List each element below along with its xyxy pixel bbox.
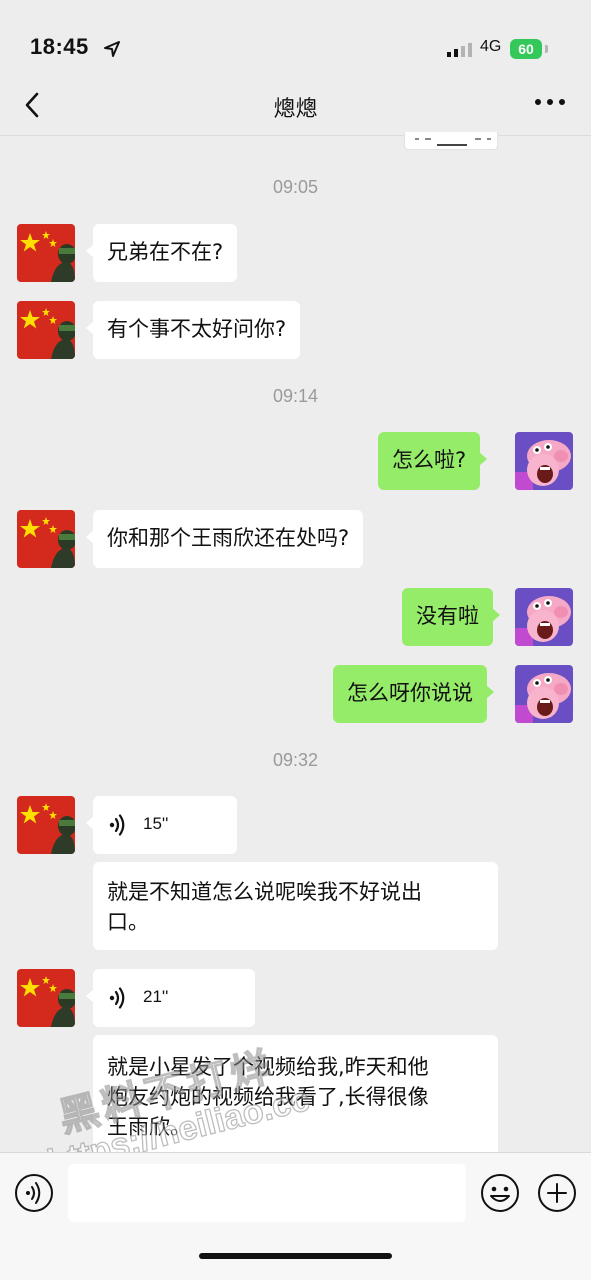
message-bubble-outgoing[interactable]: 怎么呀你说说 <box>333 665 494 723</box>
more-dots-icon[interactable] <box>534 97 566 107</box>
plus-icon[interactable] <box>537 1173 577 1213</box>
status-bar: 18:45 4G 60 <box>0 0 591 80</box>
contact-avatar[interactable] <box>17 796 75 854</box>
voice-duration: 15'' <box>143 814 169 833</box>
message-bubble-incoming[interactable]: 就是不知道怎么说呢唉我不好说出 口。 <box>93 862 498 950</box>
self-avatar[interactable] <box>515 665 573 723</box>
message-bubble-outgoing[interactable]: 没有啦 <box>402 588 500 646</box>
network-type: 4G <box>480 38 502 55</box>
emoji-icon[interactable] <box>480 1173 520 1213</box>
contact-avatar[interactable] <box>17 510 75 568</box>
message-bubble-incoming[interactable]: 有个事不太好问你? <box>85 301 301 359</box>
message-bubble-outgoing[interactable]: 怎么啦? <box>378 432 488 490</box>
location-arrow-icon <box>104 41 120 57</box>
voice-input-icon[interactable] <box>14 1173 54 1213</box>
message-bubble-incoming[interactable]: 你和那个王雨欣还在处吗? <box>85 510 364 568</box>
message-line: 口。 <box>107 910 149 934</box>
input-bar <box>0 1152 591 1280</box>
self-avatar[interactable] <box>515 432 573 490</box>
message-input[interactable] <box>68 1164 466 1222</box>
message-bubble-incoming[interactable]: 兄弟在不在? <box>85 224 238 282</box>
voice-message[interactable]: 21'' <box>86 969 255 1027</box>
battery-indicator: 60 <box>510 39 542 59</box>
contact-avatar[interactable] <box>17 224 75 282</box>
timestamp: 09:05 <box>272 177 319 197</box>
chat-header: 熜熜 <box>0 80 591 136</box>
message-line: 就是不知道怎么说呢唉我不好说出 <box>107 880 422 904</box>
timestamp: 09:14 <box>272 386 319 406</box>
voice-duration: 21'' <box>143 987 169 1006</box>
voice-wave-icon <box>109 814 125 836</box>
shared-card-fragment[interactable] <box>404 132 498 150</box>
self-avatar[interactable] <box>515 588 573 646</box>
battery-tip <box>545 45 548 53</box>
signal-bars-icon <box>447 43 472 57</box>
chat-title: 熜熜 <box>273 97 318 122</box>
timestamp: 09:32 <box>272 750 319 770</box>
status-time: 18:45 <box>30 34 89 59</box>
contact-avatar[interactable] <box>17 969 75 1027</box>
message-line: 炮友约炮的视频给我看了,长得很像 <box>107 1085 429 1109</box>
voice-wave-icon <box>109 987 125 1009</box>
message-bubble-incoming[interactable]: 就是小星发了个视频给我,昨天和他 炮友约炮的视频给我看了,长得很像 王雨欣。 <box>93 1035 498 1160</box>
contact-avatar[interactable] <box>17 301 75 359</box>
voice-message[interactable]: 15'' <box>86 796 237 854</box>
message-line: 王雨欣。 <box>107 1115 191 1139</box>
home-indicator <box>199 1253 392 1259</box>
message-line: 就是小星发了个视频给我,昨天和他 <box>107 1055 429 1079</box>
